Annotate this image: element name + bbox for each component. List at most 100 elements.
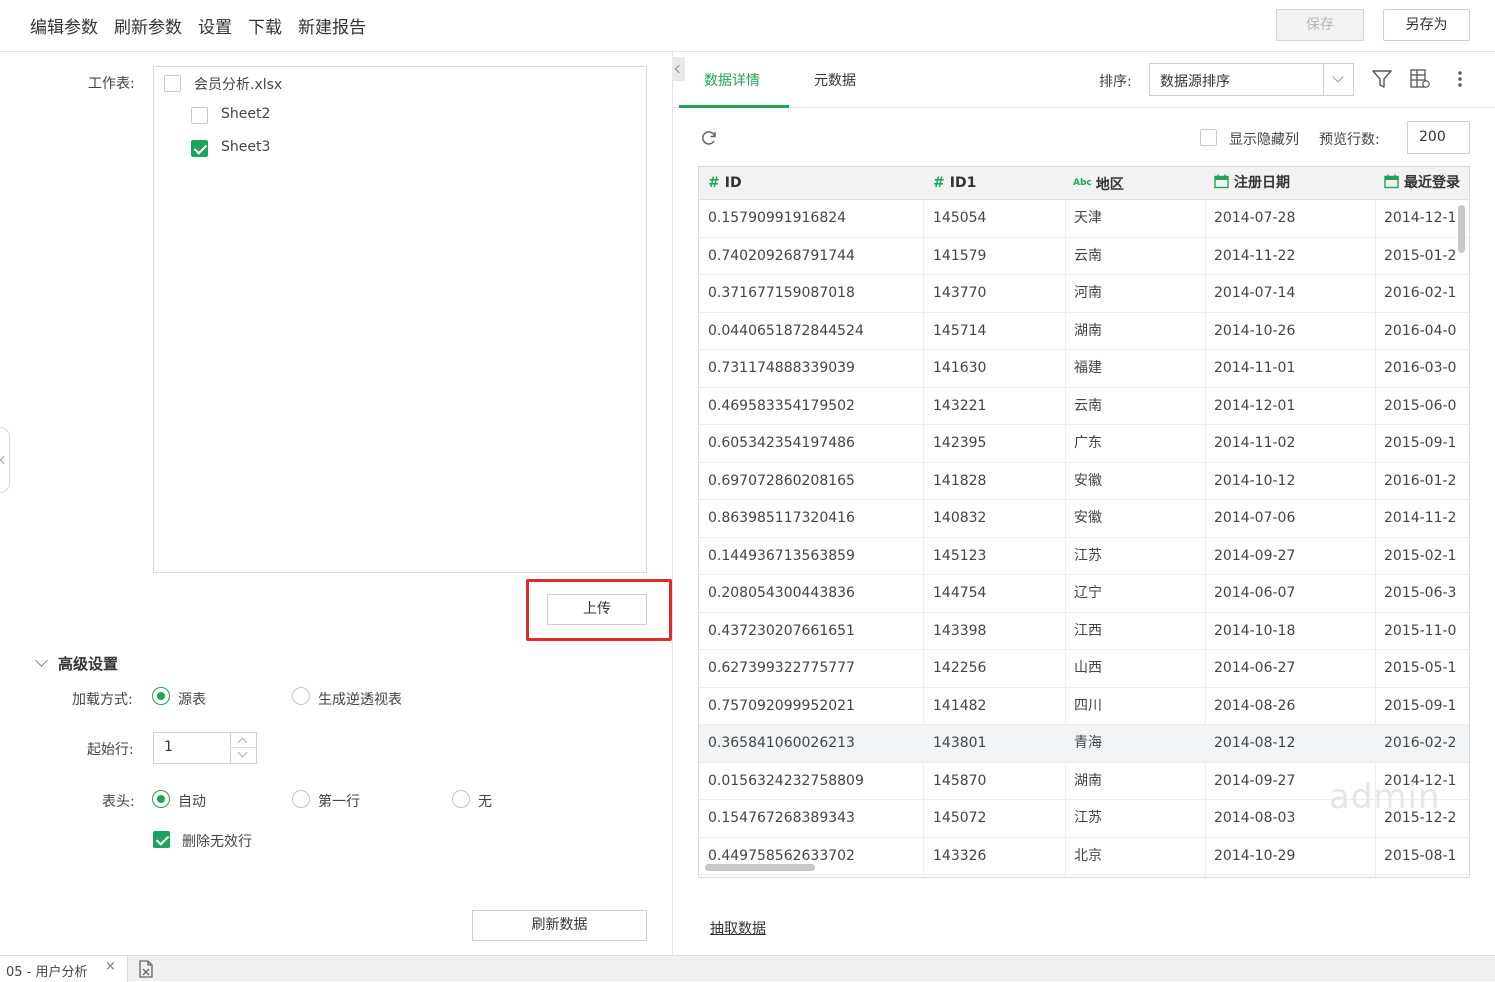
table-cell: 143801 bbox=[933, 735, 987, 751]
table-row[interactable]: 0.365841060026213 143801 青海 2014-08-12 2016-… bbox=[699, 725, 1469, 763]
delete-invalid-checkbox[interactable] bbox=[153, 831, 170, 848]
table-row[interactable]: 0.605342354197486 142395 广东 2014-11-02 2015-… bbox=[699, 425, 1469, 463]
start-row-stepper[interactable]: 1 bbox=[153, 732, 257, 764]
filter-icon[interactable] bbox=[1371, 68, 1393, 90]
load-mode-source-radio[interactable] bbox=[152, 687, 170, 705]
stepper-up-icon[interactable] bbox=[237, 737, 248, 748]
table-cell: 145714 bbox=[933, 322, 987, 339]
active-tab-underline bbox=[679, 105, 789, 108]
table-cell: 云南 bbox=[1074, 397, 1102, 414]
table-cell: 2015-02-1 bbox=[1384, 547, 1457, 564]
menu-download[interactable]: 下载 bbox=[248, 13, 282, 38]
table-cell: 141828 bbox=[933, 472, 987, 489]
advanced-settings-title[interactable]: 高级设置 bbox=[58, 653, 118, 674]
sheet3-checkbox[interactable] bbox=[191, 140, 208, 157]
vertical-scrollbar[interactable] bbox=[1458, 205, 1465, 253]
column-header-last-login[interactable]: 最近登录 bbox=[1384, 167, 1460, 200]
table-cell: 2016-04-0 bbox=[1384, 322, 1457, 339]
horizontal-scrollbar[interactable] bbox=[705, 864, 815, 871]
sheet3-label: Sheet3 bbox=[221, 139, 271, 155]
save-button[interactable]: 保存 bbox=[1276, 9, 1364, 41]
sort-dropdown-button[interactable] bbox=[1323, 64, 1353, 95]
table-row[interactable]: 0.697072860208165 141828 安徽 2014-10-12 2016-… bbox=[699, 463, 1469, 500]
table-row[interactable]: 0.208054300443836 144754 辽宁 2014-06-07 2015-… bbox=[699, 575, 1469, 613]
menu-edit-params[interactable]: 编辑参数 bbox=[30, 13, 98, 38]
table-row[interactable]: 0.757092099952021 141482 四川 2014-08-26 2015-… bbox=[699, 688, 1469, 725]
header-none-label: 无 bbox=[478, 794, 492, 810]
column-header-id[interactable]: # ID bbox=[708, 167, 742, 200]
refresh-icon[interactable] bbox=[700, 129, 718, 147]
table-row[interactable]: 0.627399322775777 142256 山西 2014-06-27 2015-… bbox=[699, 650, 1469, 688]
start-row-value[interactable]: 1 bbox=[164, 739, 173, 755]
menu-settings[interactable]: 设置 bbox=[198, 13, 232, 38]
show-hidden-columns-checkbox[interactable] bbox=[1200, 129, 1217, 146]
close-icon[interactable]: × bbox=[105, 959, 116, 974]
table-cell: 安徽 bbox=[1074, 472, 1102, 489]
table-cell: 0.154767268389343 bbox=[708, 810, 855, 826]
table-cell: 0.605342354197486 bbox=[708, 435, 855, 451]
table-cell: 2015-05-1 bbox=[1384, 660, 1457, 676]
column-header-region[interactable]: Abc 地区 bbox=[1073, 167, 1124, 200]
chevron-down-icon[interactable] bbox=[35, 654, 48, 667]
table-row[interactable]: 0.0440651872844524 145714 湖南 2014-10-26 2016… bbox=[699, 313, 1469, 350]
refresh-data-button[interactable]: 刷新数据 bbox=[472, 910, 647, 941]
header-auto-radio[interactable] bbox=[152, 790, 170, 808]
table-cell: 145870 bbox=[933, 772, 987, 789]
text-type-icon: Abc bbox=[1073, 178, 1092, 188]
file-checkbox[interactable] bbox=[164, 75, 181, 92]
more-icon[interactable] bbox=[1452, 68, 1468, 90]
left-collapse-handle[interactable] bbox=[0, 427, 10, 493]
top-menu-bar: 编辑参数 刷新参数 设置 下载 新建报告 保存 另存为 bbox=[0, 0, 1495, 52]
table-settings-icon[interactable] bbox=[1409, 68, 1431, 90]
column-header-register-date[interactable]: 注册日期 bbox=[1214, 167, 1290, 200]
table-row[interactable]: 0.144936713563859 145123 江苏 2014-09-27 2015-… bbox=[699, 538, 1469, 575]
table-cell: 2014-07-14 bbox=[1214, 285, 1296, 301]
load-mode-unpivot-radio[interactable] bbox=[292, 687, 310, 705]
table-row[interactable]: 0.437230207661651 143398 江西 2014-10-18 2015-… bbox=[699, 613, 1469, 650]
delete-invalid-label: 删除无效行 bbox=[182, 834, 252, 850]
sheet2-checkbox[interactable] bbox=[191, 107, 208, 124]
table-cell: 2014-12-1 bbox=[1384, 210, 1457, 226]
table-cell: 0.365841060026213 bbox=[708, 735, 855, 751]
preview-rows-input[interactable]: 200 bbox=[1407, 121, 1470, 154]
menu-new-report[interactable]: 新建报告 bbox=[298, 13, 366, 38]
table-cell: 2016-01-2 bbox=[1384, 472, 1457, 489]
table-row[interactable]: 0.863985117320416 140832 安徽 2014-07-06 2014-… bbox=[699, 500, 1469, 538]
stepper-arrows[interactable] bbox=[230, 733, 256, 763]
tab-data-details[interactable]: 数据详情 bbox=[704, 70, 760, 90]
table-cell: 0.208054300443836 bbox=[708, 585, 855, 601]
table-cell: 2014-08-12 bbox=[1214, 735, 1296, 751]
table-row[interactable]: 0.469583354179502 143221 云南 2014-12-01 2015-… bbox=[699, 388, 1469, 425]
worksheet-label: 工作表: bbox=[88, 76, 135, 92]
report-tab[interactable]: 05 - 用户分析 × bbox=[0, 956, 128, 982]
add-report-icon[interactable] bbox=[137, 960, 155, 978]
table-row[interactable]: 0.731174888339039 141630 福建 2014-11-01 2016-… bbox=[699, 350, 1469, 388]
table-cell: 江西 bbox=[1074, 622, 1102, 639]
column-header-id1[interactable]: # ID1 bbox=[933, 167, 976, 200]
header-label: 表头: bbox=[102, 794, 135, 810]
stepper-down-icon[interactable] bbox=[237, 747, 248, 758]
table-row[interactable]: 0.15790991916824 145054 天津 2014-07-28 2014-1… bbox=[699, 200, 1469, 238]
table-row[interactable]: 0.371677159087018 143770 河南 2014-07-14 2016-… bbox=[699, 275, 1469, 313]
upload-button[interactable]: 上传 bbox=[547, 594, 647, 625]
table-cell: 0.0440651872844524 bbox=[708, 322, 864, 339]
load-mode-label: 加载方式: bbox=[72, 692, 133, 708]
table-row[interactable]: 0.740209268791744 141579 云南 2014-11-22 2015-… bbox=[699, 238, 1469, 275]
table-cell: 0.144936713563859 bbox=[708, 547, 855, 564]
table-cell: 0.757092099952021 bbox=[708, 697, 855, 714]
table-cell: 2015-01-2 bbox=[1384, 247, 1457, 264]
sort-select[interactable]: 数据源排序 bbox=[1149, 63, 1354, 96]
table-cell: 145072 bbox=[933, 810, 987, 826]
save-as-button[interactable]: 另存为 bbox=[1383, 9, 1470, 41]
tab-metadata[interactable]: 元数据 bbox=[814, 70, 856, 90]
menu-refresh-params[interactable]: 刷新参数 bbox=[114, 13, 182, 38]
header-first-row-radio[interactable] bbox=[292, 790, 310, 808]
extract-data-link[interactable]: 抽取数据 bbox=[710, 918, 766, 938]
table-cell: 2014-10-18 bbox=[1214, 622, 1296, 639]
data-table[interactable]: # ID # ID1 Abc 地区 注册日期 最近登录 0.1579099191682… bbox=[698, 166, 1470, 878]
sort-label: 排序: bbox=[1099, 74, 1132, 90]
table-cell: 北京 bbox=[1074, 847, 1102, 864]
header-none-radio[interactable] bbox=[452, 790, 470, 808]
table-cell: 2014-07-28 bbox=[1214, 210, 1296, 226]
table-row[interactable]: 0.449758562633702 143326 北京 2014-10-29 2015-… bbox=[699, 838, 1469, 875]
